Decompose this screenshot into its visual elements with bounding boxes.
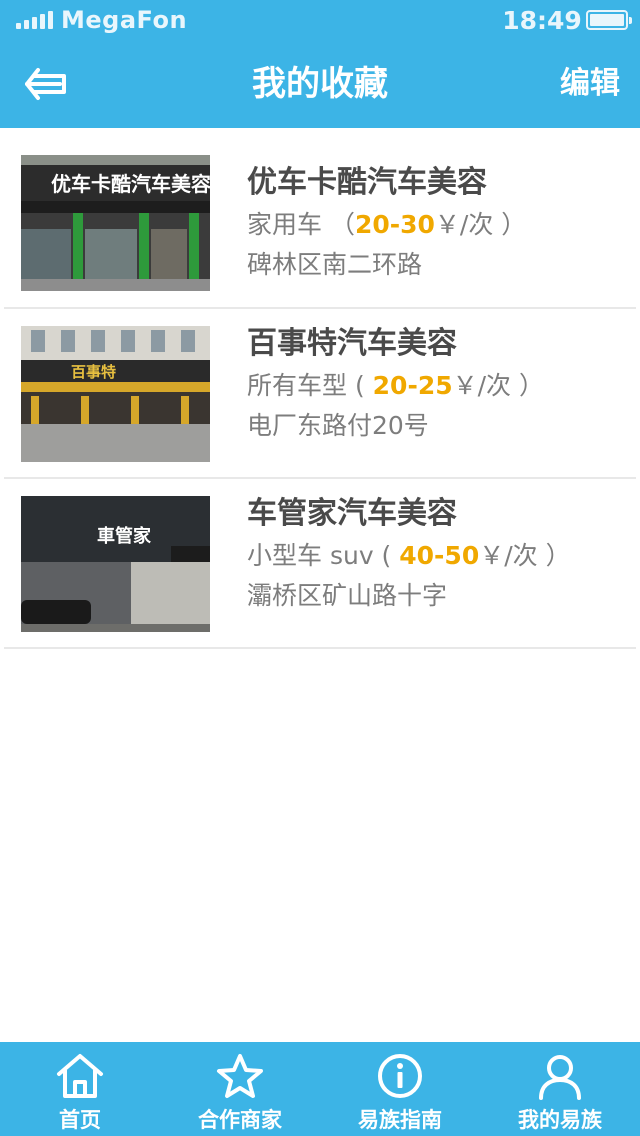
shop-address: 碑林区南二环路 xyxy=(247,250,423,279)
back-button[interactable] xyxy=(18,58,74,110)
list-item-favorite-3[interactable]: 車管家 车管家汽车美容 小型车 suv ( 40-50￥/次 ） 灞桥区矿山路十… xyxy=(4,479,636,649)
shop-photo: 車管家 xyxy=(21,496,210,632)
shop-name: 百事特汽车美容 xyxy=(247,326,457,361)
price-unit: ￥/次 ） xyxy=(452,371,544,400)
price-range: 20-30 xyxy=(354,210,435,239)
status-time: 18:49 xyxy=(502,5,582,35)
tab-label: 首页 xyxy=(59,1108,101,1132)
signal-strength-icon xyxy=(16,11,53,29)
price-range: 40-50 xyxy=(399,541,480,570)
tab-bar: 首页 合作商家 易族指南 我的易族 xyxy=(0,1042,640,1136)
tab-partners[interactable]: 合作商家 xyxy=(160,1042,320,1136)
back-arrow-icon xyxy=(25,68,66,100)
tab-guide[interactable]: 易族指南 xyxy=(320,1042,480,1136)
tab-label: 我的易族 xyxy=(518,1108,602,1132)
page-title: 我的收藏 xyxy=(252,64,388,104)
tab-label: 易族指南 xyxy=(358,1108,442,1132)
shop-address: 电厂东路付20号 xyxy=(247,411,429,440)
shop-name: 优车卡酷汽车美容 xyxy=(247,165,487,200)
price-unit: ￥/次 ） xyxy=(479,541,571,570)
shop-photo: 百事特 xyxy=(21,326,210,462)
info-icon xyxy=(378,1054,422,1098)
price-line: 所有车型 ( 20-25￥/次 ） xyxy=(247,366,626,406)
list-item-favorite-1[interactable]: 优车卡酷汽车美容 优车卡酷汽车美容 家用车 （20-30￥/次 ） 碑林区南二环… xyxy=(4,128,636,309)
edit-button[interactable]: 编辑 xyxy=(560,40,620,128)
price-range: 20-25 xyxy=(372,371,453,400)
shop-name: 车管家汽车美容 xyxy=(247,496,457,531)
navigation-bar: 我的收藏 编辑 xyxy=(0,40,640,128)
car-type: 小型车 suv ( xyxy=(247,541,400,570)
user-icon xyxy=(539,1055,581,1100)
shop-sign-text: 車管家 xyxy=(97,525,152,547)
shop-info: 优车卡酷汽车美容 家用车 （20-30￥/次 ） 碑林区南二环路 xyxy=(247,161,626,285)
list-item-favorite-2[interactable]: 百事特 百事特汽车美容 所有车型 ( 20-25￥/次 ） 电厂东路付20号 xyxy=(4,309,636,479)
battery-icon xyxy=(586,10,632,30)
status-bar: MegaFon 18:49 xyxy=(0,0,640,40)
favorites-list: 优车卡酷汽车美容 优车卡酷汽车美容 家用车 （20-30￥/次 ） 碑林区南二环… xyxy=(0,128,640,649)
tab-home[interactable]: 首页 xyxy=(0,1042,160,1136)
shop-sign-text: 优车卡酷汽车美容 xyxy=(51,172,210,196)
shop-photo: 优车卡酷汽车美容 xyxy=(21,155,210,291)
shop-address: 灞桥区矿山路十字 xyxy=(247,581,448,610)
carrier-name: MegaFon xyxy=(61,6,188,34)
home-icon xyxy=(57,1054,103,1098)
car-type: 家用车 （ xyxy=(247,210,355,239)
tab-profile[interactable]: 我的易族 xyxy=(480,1042,640,1136)
star-icon xyxy=(217,1054,263,1098)
price-line: 家用车 （20-30￥/次 ） xyxy=(247,205,626,245)
shop-info: 百事特汽车美容 所有车型 ( 20-25￥/次 ） 电厂东路付20号 xyxy=(247,322,626,446)
price-unit: ￥/次 ） xyxy=(434,210,527,239)
tab-label: 合作商家 xyxy=(198,1108,282,1132)
car-type: 所有车型 ( xyxy=(247,371,373,400)
shop-info: 车管家汽车美容 小型车 suv ( 40-50￥/次 ） 灞桥区矿山路十字 xyxy=(247,492,626,616)
shop-sign-text: 百事特 xyxy=(71,363,116,381)
price-line: 小型车 suv ( 40-50￥/次 ） xyxy=(247,536,626,576)
